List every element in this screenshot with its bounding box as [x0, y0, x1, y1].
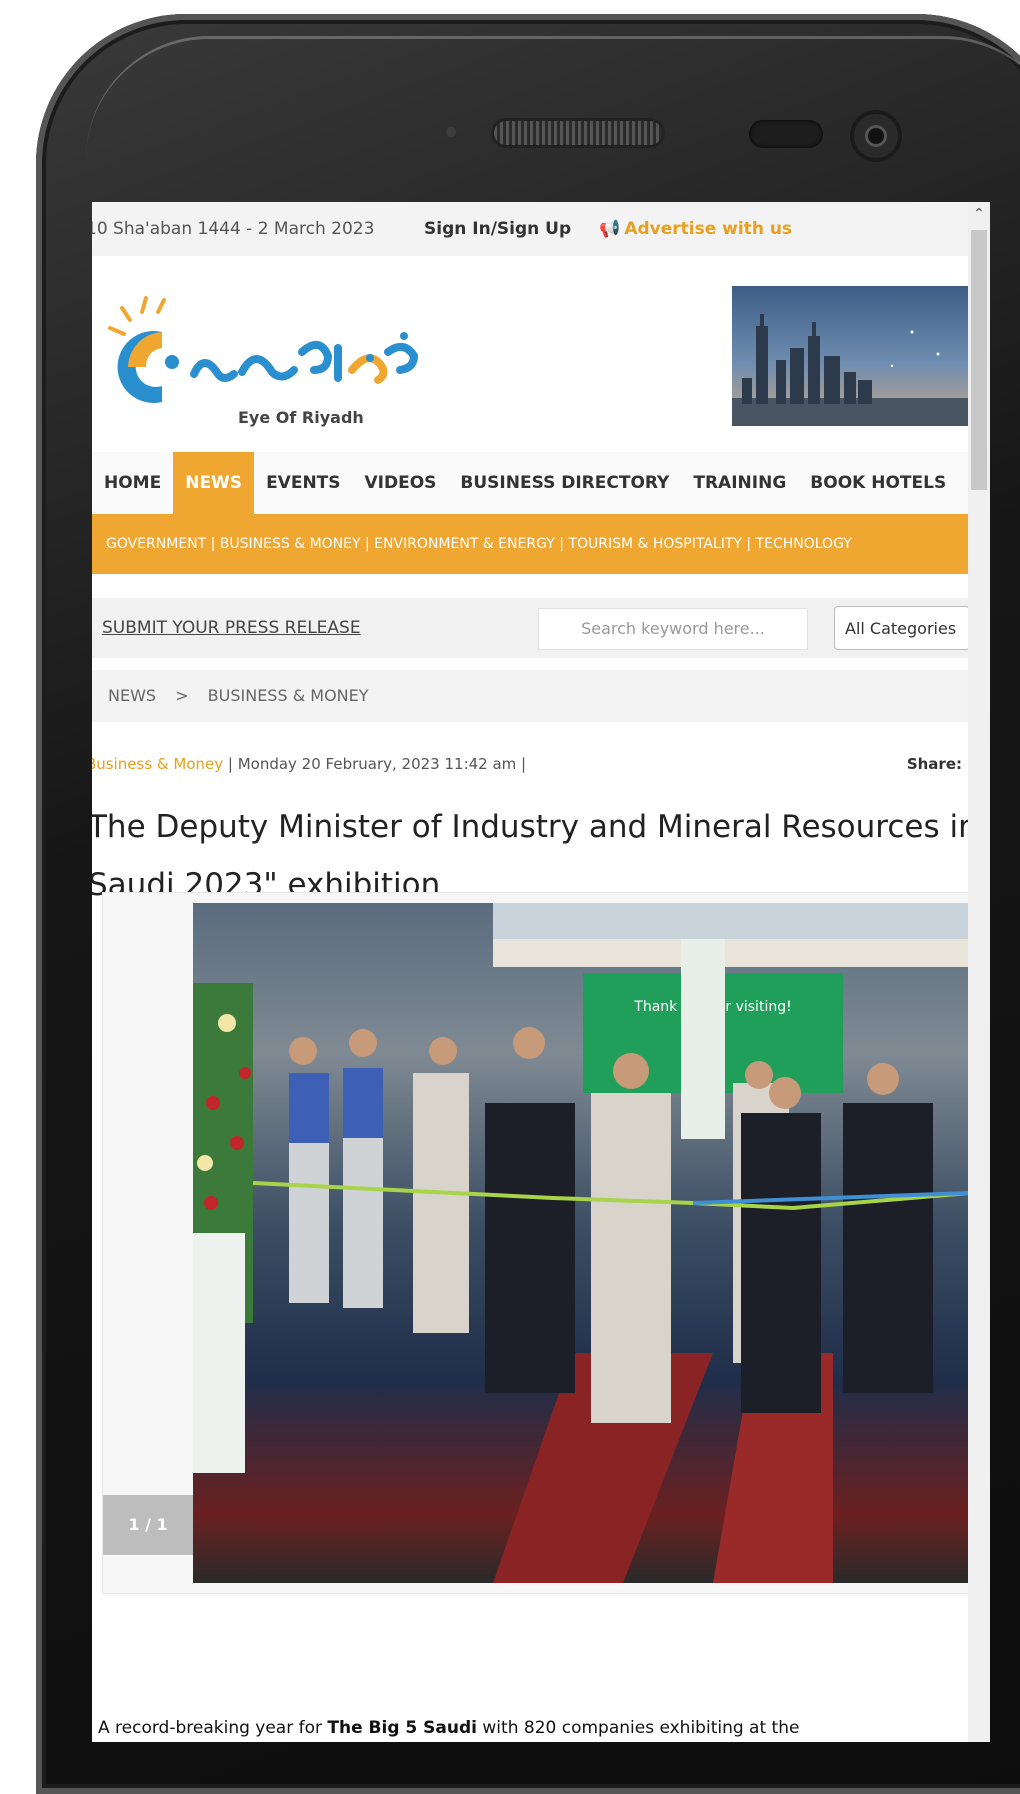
nav-news[interactable]: NEWS — [173, 452, 255, 514]
scroll-thumb[interactable] — [971, 230, 987, 490]
ribbon-cutting-photo[interactable]: Thank you for visiting! — [193, 903, 968, 1583]
nav-home[interactable]: HOME — [92, 452, 173, 514]
nav-events[interactable]: EVENTS — [254, 452, 352, 514]
main-navigation: HOME NEWS EVENTS VIDEOS BUSINESS DIRECTO… — [92, 452, 968, 514]
advertise-link[interactable]: 📢 Advertise with us — [599, 219, 792, 239]
share-label: Share: — [906, 755, 962, 773]
ribbon-cutting-image: Thank you for visiting! — [193, 903, 968, 1583]
article-paragraph: A record-breaking year for The Big 5 Sau… — [98, 1718, 968, 1738]
nav-videos[interactable]: VIDEOS — [353, 452, 449, 514]
top-bar: 10 Sha'aban 1444 - 2 March 2023 Sign In/… — [92, 202, 968, 256]
article-meta: Business & Money | Monday 20 February, 2… — [92, 738, 968, 790]
submit-press-release-link[interactable]: SUBMIT YOUR PRESS RELEASE — [102, 618, 361, 638]
proximity-dot — [446, 127, 456, 137]
advertise-label: Advertise with us — [624, 219, 793, 239]
category-select[interactable]: All Categories — [834, 606, 968, 650]
web-page: 10 Sha'aban 1444 - 2 March 2023 Sign In/… — [92, 202, 968, 1742]
news-category-subnav[interactable]: GOVERNMENT | BUSINESS & MONEY | ENVIRONM… — [92, 514, 968, 574]
breadcrumb-separator: > — [175, 686, 189, 705]
paragraph-text-2: with 820 companies exhibiting at the — [477, 1718, 800, 1738]
megaphone-icon: 📢 — [599, 219, 621, 239]
logo-subtitle: Eye Of Riyadh — [238, 408, 364, 427]
phone-screen: 10 Sha'aban 1444 - 2 March 2023 Sign In/… — [92, 202, 990, 1742]
eye-of-riyadh-logo[interactable] — [102, 292, 432, 412]
skyline-banner-ad[interactable] — [732, 286, 968, 426]
breadcrumb-business-money[interactable]: BUSINESS & MONEY — [208, 686, 369, 705]
article-gallery: Thank you for visiting! — [102, 892, 968, 1594]
city-skyline-image — [732, 314, 968, 426]
gallery-pager: 1 / 1 — [103, 1495, 193, 1555]
scroll-up-arrow-icon[interactable]: ⌃ — [968, 202, 990, 226]
paragraph-text-1: A record-breaking year for — [98, 1718, 328, 1738]
signin-link[interactable]: Sign In/Sign Up — [424, 219, 571, 239]
front-sensor — [749, 120, 823, 148]
nav-book-hotels[interactable]: BOOK HOTELS — [798, 452, 958, 514]
front-camera-icon — [854, 114, 898, 158]
vertical-scrollbar[interactable]: ⌃ — [968, 202, 990, 1742]
breadcrumb: NEWS > BUSINESS & MONEY — [92, 670, 968, 722]
nav-business-directory[interactable]: BUSINESS DIRECTORY — [448, 452, 681, 514]
breadcrumb-news[interactable]: NEWS — [108, 686, 156, 705]
nav-training[interactable]: TRAINING — [681, 452, 798, 514]
earpiece-speaker — [494, 121, 662, 145]
search-input[interactable]: Search keyword here... — [538, 608, 808, 650]
site-header: Eye Of Riyadh — [92, 256, 968, 452]
press-release-bar: SUBMIT YOUR PRESS RELEASE Search keyword… — [92, 598, 968, 658]
big5-saudi-link[interactable]: The Big 5 Saudi — [327, 1718, 477, 1738]
article-date: | Monday 20 February, 2023 11:42 am | — [223, 755, 527, 773]
article-title-line1: The Deputy Minister of Industry and Mine… — [92, 809, 968, 845]
article-category-link[interactable]: Business & Money — [92, 755, 223, 773]
hijri-gregorian-date: 10 Sha'aban 1444 - 2 March 2023 — [92, 219, 375, 239]
